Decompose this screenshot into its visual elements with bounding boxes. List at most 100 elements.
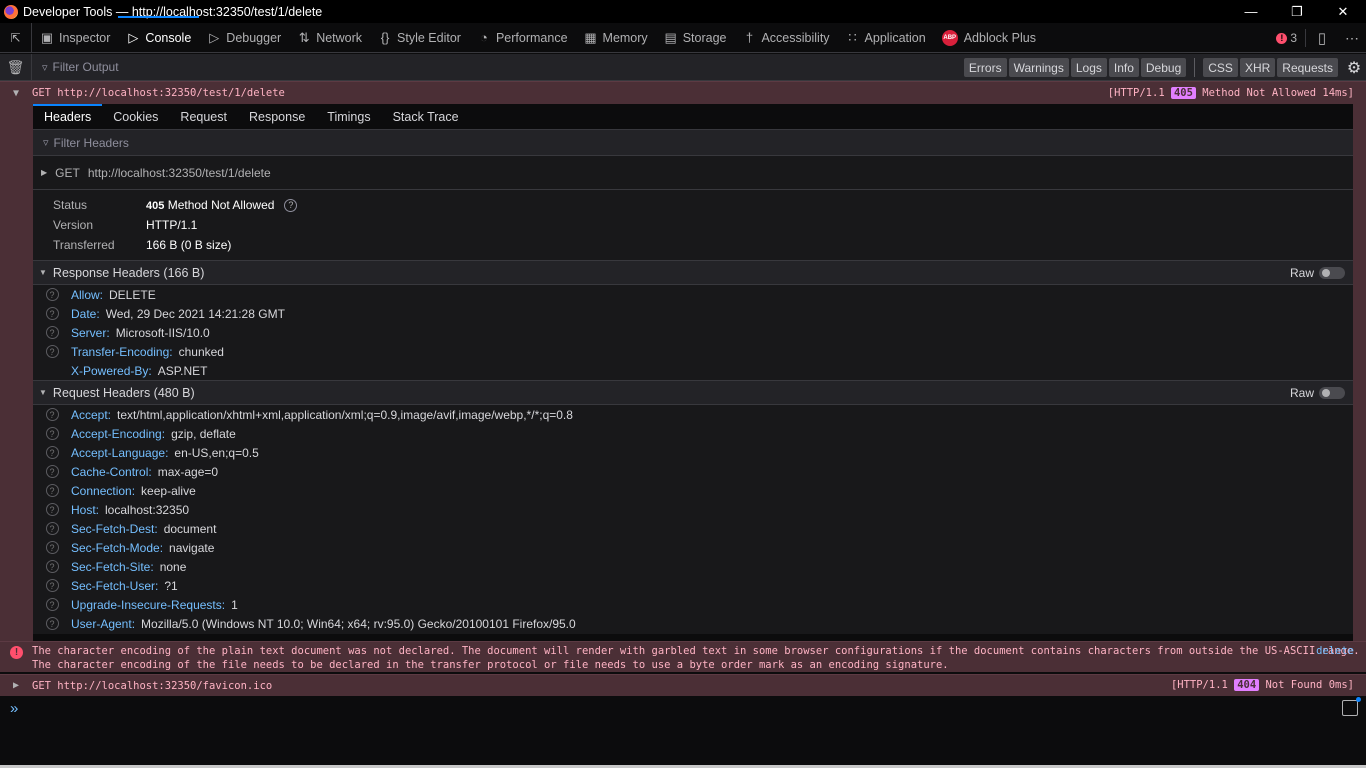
- header-row[interactable]: ? Sec-Fetch-User: ?1: [33, 576, 1353, 595]
- help-icon[interactable]: ?: [45, 345, 59, 358]
- status-badge: 405: [1170, 87, 1196, 99]
- filter-debug-button[interactable]: Debug: [1140, 58, 1187, 77]
- request-summary[interactable]: ▶ GET http://localhost:32350/test/1/dele…: [33, 156, 1353, 190]
- header-row[interactable]: ? User-Agent: Mozilla/5.0 (Windows NT 10.0…: [33, 614, 1353, 633]
- close-button[interactable]: ✕: [1320, 0, 1366, 23]
- tab-style-editor[interactable]: {} Style Editor: [370, 23, 469, 53]
- header-name: Sec-Fetch-Mode:: [71, 540, 164, 555]
- tab-debugger[interactable]: ▷ Debugger: [199, 23, 289, 53]
- error-source-link[interactable]: delete: [1316, 644, 1354, 658]
- header-row[interactable]: ? Accept: text/html,application/xhtml+xml,…: [33, 405, 1353, 424]
- header-row[interactable]: ? Date: Wed, 29 Dec 2021 14:21:28 GMT: [33, 304, 1353, 323]
- tab-adblock-plus[interactable]: ABP Adblock Plus: [934, 23, 1044, 53]
- help-icon[interactable]: ?: [45, 446, 59, 459]
- help-icon[interactable]: ?: [284, 198, 298, 212]
- request-headers-section[interactable]: ▼ Request Headers (480 B) Raw: [33, 380, 1353, 405]
- responsive-design-icon: ▯: [1317, 30, 1327, 47]
- help-icon[interactable]: ?: [45, 326, 59, 339]
- help-icon[interactable]: ?: [45, 541, 59, 554]
- header-name: Transfer-Encoding:: [71, 344, 173, 359]
- error-count-button[interactable]: ! 3: [1268, 29, 1306, 47]
- request-details-panel: Headers Cookies Request Response Timings…: [33, 103, 1353, 634]
- header-value: Microsoft-IIS/10.0: [115, 325, 210, 340]
- tab-stack-trace[interactable]: Stack Trace: [382, 104, 470, 130]
- header-row[interactable]: ? Host: localhost:32350: [33, 500, 1353, 519]
- tab-response[interactable]: Response: [238, 104, 316, 130]
- tab-network[interactable]: ⇅ Network: [289, 23, 370, 53]
- filter-headers-input[interactable]: ▿ Filter Headers: [33, 130, 1353, 156]
- raw-toggle[interactable]: Raw: [1290, 266, 1345, 280]
- tab-application[interactable]: ∷ Application: [838, 23, 934, 53]
- header-row[interactable]: ? Upgrade-Insecure-Requests: 1: [33, 595, 1353, 614]
- console-settings-button[interactable]: ⚙: [1342, 58, 1366, 78]
- restore-button[interactable]: ❐: [1274, 0, 1320, 23]
- help-icon[interactable]: ?: [45, 408, 59, 421]
- header-row[interactable]: ? Sec-Fetch-Site: none: [33, 557, 1353, 576]
- details-tabs: Headers Cookies Request Response Timings…: [33, 103, 1353, 130]
- console-icon: ▷: [128, 29, 139, 45]
- tab-console[interactable]: ▷ Console: [118, 15, 200, 53]
- element-picker-icon: ⇱: [10, 30, 21, 45]
- header-name: Upgrade-Insecure-Requests:: [71, 597, 226, 612]
- help-icon[interactable]: ?: [45, 288, 59, 301]
- header-row[interactable]: ? Accept-Language: en-US,en;q=0.5: [33, 443, 1353, 462]
- more-options-button[interactable]: ⋯: [1338, 30, 1366, 47]
- toggle-switch[interactable]: [1319, 267, 1345, 279]
- filter-requests-button[interactable]: Requests: [1277, 58, 1338, 77]
- minimize-button[interactable]: —: [1228, 0, 1274, 23]
- expand-triangle-icon[interactable]: ▶: [0, 680, 32, 691]
- help-icon[interactable]: ?: [45, 579, 59, 592]
- filter-info-button[interactable]: Info: [1108, 58, 1139, 77]
- expand-triangle-icon[interactable]: ▶: [41, 168, 47, 177]
- tab-memory[interactable]: ▦ Memory: [576, 23, 656, 53]
- help-icon[interactable]: ?: [45, 503, 59, 516]
- header-row[interactable]: ? Accept-Encoding: gzip, deflate: [33, 424, 1353, 443]
- tab-storage[interactable]: ▤ Storage: [656, 23, 735, 53]
- filter-errors-button[interactable]: Errors: [963, 58, 1007, 77]
- help-icon[interactable]: ?: [45, 522, 59, 535]
- help-icon[interactable]: ?: [45, 427, 59, 440]
- raw-toggle[interactable]: Raw: [1290, 386, 1345, 400]
- tab-timings[interactable]: Timings: [316, 104, 381, 130]
- header-row[interactable]: ? Connection: keep-alive: [33, 481, 1353, 500]
- tab-headers[interactable]: Headers: [33, 103, 103, 130]
- filter-xhr-button[interactable]: XHR: [1239, 58, 1276, 77]
- clear-console-button[interactable]: 🗑: [0, 53, 32, 81]
- header-value: Wed, 29 Dec 2021 14:21:28 GMT: [105, 306, 285, 321]
- network-request-message[interactable]: ▶ GET http://localhost:32350/favicon.ico…: [0, 674, 1366, 696]
- filter-warnings-button[interactable]: Warnings: [1008, 58, 1069, 77]
- help-icon[interactable]: ?: [45, 484, 59, 497]
- filter-logs-button[interactable]: Logs: [1070, 58, 1107, 77]
- memory-icon: ▦: [584, 29, 597, 45]
- header-row[interactable]: X-Powered-By: ASP.NET: [33, 361, 1353, 380]
- filter-output-input[interactable]: ▿ Filter Output: [42, 60, 119, 74]
- tab-accessibility[interactable]: † Accessibility: [734, 23, 837, 53]
- toggle-switch[interactable]: [1319, 387, 1345, 399]
- tab-inspector[interactable]: ▣ Inspector: [32, 23, 118, 53]
- sidebar-toggle-button[interactable]: [1342, 697, 1361, 716]
- network-request-message[interactable]: ▼ GET http://localhost:32350/test/1/dele…: [0, 81, 1366, 104]
- collapse-triangle-icon[interactable]: ▼: [0, 88, 32, 99]
- help-icon[interactable]: ?: [45, 465, 59, 478]
- header-row[interactable]: ? Sec-Fetch-Dest: document: [33, 519, 1353, 538]
- response-headers-section[interactable]: ▼ Response Headers (166 B) Raw: [33, 260, 1353, 285]
- help-icon[interactable]: ?: [45, 307, 59, 320]
- header-value: text/html,application/xhtml+xml,applicat…: [117, 407, 573, 422]
- tab-cookies[interactable]: Cookies: [102, 104, 169, 130]
- header-row[interactable]: ? Transfer-Encoding: chunked: [33, 342, 1353, 361]
- tab-performance[interactable]: ◔ Performance: [469, 23, 576, 53]
- element-picker-button[interactable]: ⇱: [0, 22, 32, 53]
- header-row[interactable]: ? Sec-Fetch-Mode: navigate: [33, 538, 1353, 557]
- request-method-url: GET http://localhost:32350/test/1/delete: [32, 87, 285, 99]
- help-icon[interactable]: ?: [45, 560, 59, 573]
- header-row[interactable]: ? Server: Microsoft-IIS/10.0: [33, 323, 1353, 342]
- filter-css-button[interactable]: CSS: [1203, 58, 1238, 77]
- header-row[interactable]: ? Allow: DELETE: [33, 285, 1353, 304]
- header-row[interactable]: ? Cache-Control: max-age=0: [33, 462, 1353, 481]
- tab-request[interactable]: Request: [169, 104, 238, 130]
- console-input-prompt[interactable]: »: [10, 700, 18, 717]
- help-icon[interactable]: ?: [45, 617, 59, 630]
- help-icon[interactable]: ?: [45, 598, 59, 611]
- gear-icon: ⚙: [1346, 59, 1362, 77]
- responsive-design-button[interactable]: ▯: [1306, 29, 1338, 47]
